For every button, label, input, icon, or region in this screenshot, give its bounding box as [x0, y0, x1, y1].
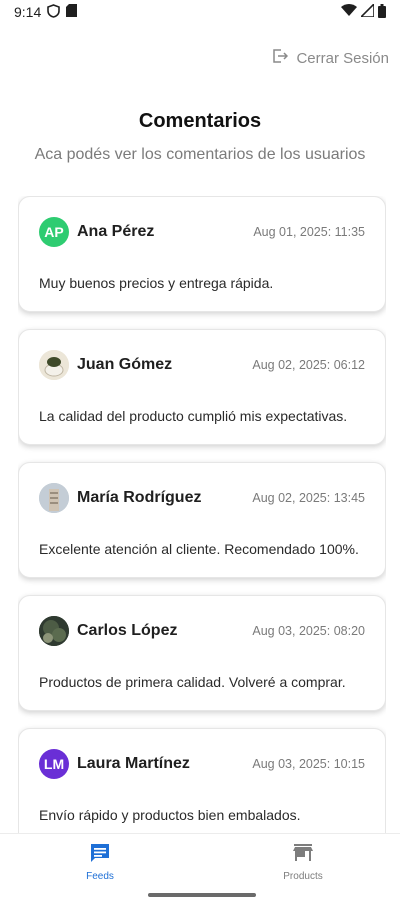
logout-icon: [272, 48, 289, 68]
comment-card: María Rodríguez Aug 02, 2025: 13:45 Exce…: [18, 462, 386, 578]
wifi-icon: [341, 4, 357, 20]
page-title: Comentarios: [138, 110, 262, 132]
logout-label: Cerrar Sesión: [296, 49, 389, 67]
comment-author: Ana Pérez: [77, 223, 155, 240]
comment-card: LM Laura Martínez Aug 03, 2025: 10:15 En…: [18, 728, 386, 833]
avatar: [39, 350, 69, 380]
comment-card: Juan Gómez Aug 02, 2025: 06:12 La calida…: [18, 329, 386, 445]
avatar: LM: [39, 749, 69, 779]
status-time: 9:14: [14, 4, 42, 20]
page-subtitle: Aca podés ver los comentarios de los usu…: [34, 146, 366, 163]
avatar: AP: [39, 217, 69, 247]
sd-card-icon: [66, 4, 78, 20]
comment-date: Aug 02, 2025: 06:12: [252, 358, 365, 372]
avatar: [39, 483, 69, 513]
logout-button[interactable]: Cerrar Sesión: [272, 48, 389, 68]
avatar: [39, 616, 69, 646]
signal-icon: [359, 2, 375, 20]
nav-products-label: Products: [283, 871, 323, 882]
comment-text: Productos de primera calidad. Volveré a …: [39, 674, 346, 690]
comment-text: Muy buenos precios y entrega rápida.: [39, 275, 274, 291]
nav-feeds-label: Feeds: [86, 871, 114, 882]
battery-icon: [378, 3, 386, 21]
comment-date: Aug 03, 2025: 10:15: [252, 757, 365, 771]
comment-text: Envío rápido y productos bien embalados.: [39, 807, 301, 823]
comment-date: Aug 02, 2025: 13:45: [252, 491, 365, 505]
store-icon: [292, 842, 314, 867]
nav-feeds-tab[interactable]: Feeds: [40, 842, 160, 882]
chat-icon: [89, 842, 111, 867]
comment-author: Juan Gómez: [77, 356, 173, 373]
comment-card: Carlos López Aug 03, 2025: 08:20 Product…: [18, 595, 386, 711]
bottom-nav: Feeds Products: [0, 833, 400, 905]
comment-card: AP Ana Pérez Aug 01, 2025: 11:35 Muy bue…: [18, 196, 386, 312]
shield-icon: [47, 3, 61, 21]
comment-author: Laura Martínez: [77, 755, 190, 772]
comment-date: Aug 01, 2025: 11:35: [253, 225, 365, 239]
comment-author: Carlos López: [77, 622, 178, 639]
home-indicator[interactable]: [148, 893, 256, 897]
nav-products-tab[interactable]: Products: [243, 842, 363, 882]
comment-text: La calidad del producto cumplió mis expe…: [39, 408, 348, 424]
comment-author: María Rodríguez: [77, 489, 202, 506]
comment-text: Excelente atención al cliente. Recomenda…: [39, 541, 359, 557]
comment-date: Aug 03, 2025: 08:20: [252, 624, 365, 638]
comments-list[interactable]: AP Ana Pérez Aug 01, 2025: 11:35 Muy bue…: [18, 196, 386, 833]
status-bar: 9:14: [0, 0, 400, 24]
